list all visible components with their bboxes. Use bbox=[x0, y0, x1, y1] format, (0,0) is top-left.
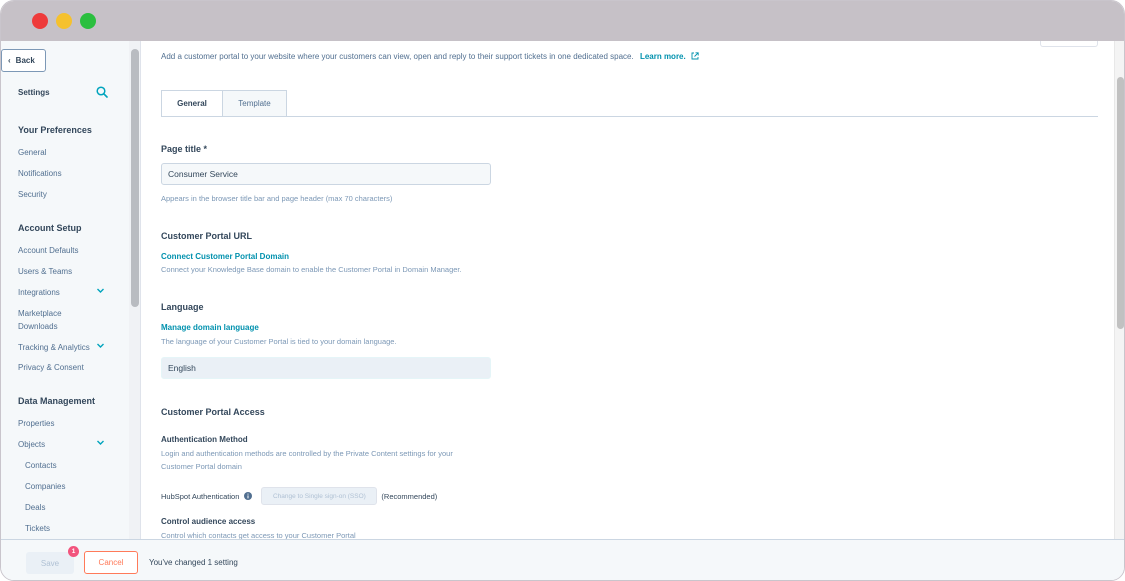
portal-access-label: Customer Portal Access bbox=[161, 407, 265, 417]
save-button[interactable]: Save bbox=[26, 552, 74, 574]
authentication-method-label: Authentication Method bbox=[161, 435, 248, 444]
sidebar-item-integrations[interactable]: Integrations bbox=[18, 286, 60, 299]
page-title-input[interactable]: Consumer Service bbox=[161, 163, 491, 185]
sidebar-item-contacts[interactable]: Contacts bbox=[25, 459, 57, 472]
minimize-window-button[interactable] bbox=[56, 13, 72, 29]
settings-sidebar: ‹ Back Settings Your Preferences General… bbox=[1, 41, 141, 539]
save-bar: Save 1 Cancel You've changed 1 setting bbox=[1, 539, 1124, 580]
portal-url-help: Connect your Knowledge Base domain to en… bbox=[161, 265, 462, 274]
sidebar-item-objects[interactable]: Objects bbox=[18, 438, 45, 451]
authentication-help-line-2: Customer Portal domain bbox=[161, 462, 242, 471]
sidebar-item-companies[interactable]: Companies bbox=[25, 480, 65, 493]
tabs-divider bbox=[161, 116, 1098, 117]
close-window-button[interactable] bbox=[32, 13, 48, 29]
chevron-down-icon[interactable] bbox=[96, 341, 105, 350]
maximize-window-button[interactable] bbox=[80, 13, 96, 29]
intro-text: Add a customer portal to your website wh… bbox=[161, 52, 699, 61]
sidebar-item-users-teams[interactable]: Users & Teams bbox=[18, 265, 72, 278]
sidebar-item-marketplace[interactable]: Marketplace bbox=[18, 307, 62, 320]
search-icon[interactable] bbox=[96, 86, 108, 98]
tab-template[interactable]: Template bbox=[223, 90, 287, 117]
cancel-button[interactable]: Cancel bbox=[84, 551, 138, 574]
sidebar-item-tracking-analytics[interactable]: Tracking & Analytics bbox=[18, 341, 90, 354]
learn-more-link[interactable]: Learn more. bbox=[640, 52, 686, 61]
main-scrollbar[interactable] bbox=[1114, 41, 1124, 539]
hubspot-authentication-row: HubSpot Authentication Change to Single … bbox=[161, 487, 437, 505]
hubspot-authentication-label: HubSpot Authentication bbox=[161, 491, 240, 501]
external-link-icon bbox=[691, 52, 699, 60]
sidebar-scrollbar-thumb[interactable] bbox=[131, 49, 139, 307]
settings-tabs: General Template bbox=[161, 90, 287, 117]
audience-access-help: Control which contacts get access to you… bbox=[161, 531, 356, 539]
page-title-help: Appears in the browser title bar and pag… bbox=[161, 194, 393, 203]
sidebar-item-deals[interactable]: Deals bbox=[25, 501, 45, 514]
sidebar-title: Settings bbox=[18, 88, 50, 97]
sidebar-item-privacy-consent[interactable]: Privacy & Consent bbox=[18, 361, 84, 374]
portal-url-label: Customer Portal URL bbox=[161, 231, 253, 241]
chevron-down-icon[interactable] bbox=[96, 286, 105, 295]
sidebar-item-security[interactable]: Security bbox=[18, 188, 47, 201]
browser-window: ‹ Back Settings Your Preferences General… bbox=[0, 0, 1125, 581]
main-scrollbar-thumb[interactable] bbox=[1117, 77, 1124, 329]
chevron-left-icon: ‹ bbox=[8, 56, 11, 65]
sidebar-item-account-defaults[interactable]: Account Defaults bbox=[18, 244, 78, 257]
info-icon[interactable] bbox=[244, 492, 253, 500]
change-to-sso-button[interactable]: Change to Single sign-on (SSO) bbox=[261, 487, 378, 505]
audience-access-label: Control audience access bbox=[161, 517, 256, 526]
connect-portal-domain-link[interactable]: Connect Customer Portal Domain bbox=[161, 252, 289, 261]
window-titlebar bbox=[1, 1, 1124, 41]
section-heading-data-management: Data Management bbox=[18, 396, 96, 406]
top-action-button[interactable] bbox=[1040, 41, 1098, 47]
back-button[interactable]: ‹ Back bbox=[1, 49, 46, 72]
main-content: Add a customer portal to your website wh… bbox=[142, 41, 1114, 539]
sidebar-item-downloads[interactable]: Downloads bbox=[18, 320, 58, 333]
section-heading-your-preferences: Your Preferences bbox=[18, 125, 92, 135]
changes-status-text: You've changed 1 setting bbox=[149, 558, 238, 567]
tab-general[interactable]: General bbox=[161, 90, 223, 117]
sidebar-item-tickets[interactable]: Tickets bbox=[25, 522, 50, 535]
manage-domain-language-link[interactable]: Manage domain language bbox=[161, 323, 259, 332]
intro-description: Add a customer portal to your website wh… bbox=[161, 52, 634, 61]
language-help: The language of your Customer Portal is … bbox=[161, 337, 397, 346]
recommended-label: (Recommended) bbox=[381, 491, 438, 501]
section-heading-account-setup: Account Setup bbox=[18, 223, 82, 233]
authentication-help-line-1: Login and authentication methods are con… bbox=[161, 449, 453, 458]
back-button-label: Back bbox=[15, 56, 35, 65]
sidebar-item-general[interactable]: General bbox=[18, 146, 46, 159]
language-field: English bbox=[161, 357, 491, 379]
changes-count-badge: 1 bbox=[68, 546, 79, 557]
language-label: Language bbox=[161, 302, 204, 312]
sidebar-item-properties[interactable]: Properties bbox=[18, 417, 54, 430]
page-title-label: Page title * bbox=[161, 144, 208, 154]
chevron-down-icon[interactable] bbox=[96, 438, 105, 447]
sidebar-item-notifications[interactable]: Notifications bbox=[18, 167, 62, 180]
